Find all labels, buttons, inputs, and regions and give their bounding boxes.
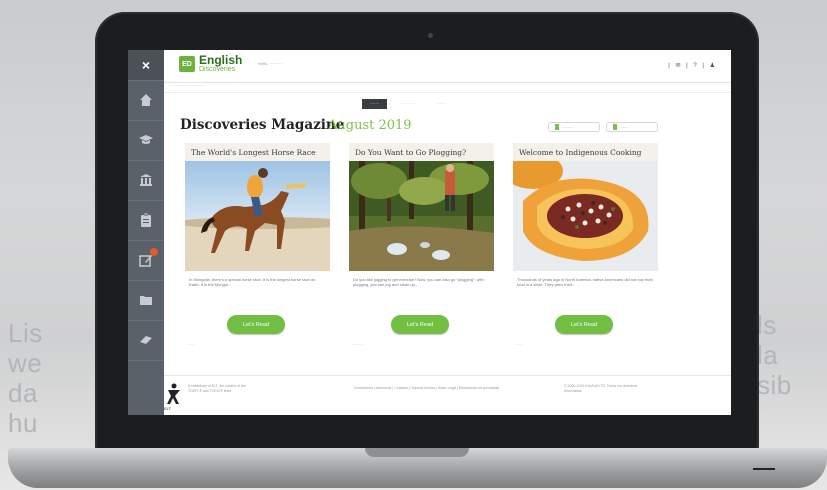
sidebar-item-book[interactable] <box>128 320 164 361</box>
article-excerpt: Do you like jogging to get exercise? Now… <box>353 277 484 287</box>
sidebar: × <box>128 50 164 415</box>
app-logo[interactable]: ED <box>179 56 195 72</box>
article-image-horse-race[interactable] <box>185 161 330 271</box>
user-greeting: Hello, ·········· <box>258 61 283 66</box>
header-icons[interactable]: | ✉ | ? | ♟ <box>668 62 717 69</box>
graduation-cap-icon <box>139 135 153 144</box>
library-icon <box>140 174 152 186</box>
article-title[interactable]: The World's Longest Horse Race <box>185 143 330 161</box>
article-tag: ······ <box>187 343 194 347</box>
archive-button[interactable]: ········ <box>548 122 600 132</box>
tab-3[interactable]: ······· <box>429 99 454 109</box>
lets-read-button[interactable]: Let's Read <box>227 315 285 334</box>
sidebar-item-courses[interactable] <box>128 120 164 161</box>
laptop-base <box>8 448 827 488</box>
sidebar-item-tasks[interactable] <box>128 200 164 241</box>
sidebar-item-home[interactable] <box>128 80 164 121</box>
sidebar-item-library[interactable] <box>128 160 164 201</box>
article-image-plogging[interactable] <box>349 161 494 271</box>
elt-logo-icon <box>167 383 180 404</box>
clipboard-icon <box>141 213 151 227</box>
article-tag: ··········· <box>351 343 364 347</box>
archive-icon <box>555 124 559 130</box>
app-title: English <box>199 53 243 67</box>
lid-notch <box>365 448 469 457</box>
close-menu-button[interactable]: × <box>128 50 164 81</box>
article-tag: ······ <box>515 343 522 347</box>
tab-1[interactable]: ······· <box>362 99 388 109</box>
footer-left-text: A subsidiary of ELT, the creator of the … <box>188 384 246 393</box>
webcam <box>428 33 433 38</box>
app-subtitle: Discoveries <box>199 66 236 73</box>
breadcrumb-bar: ·········· ········ ·········· <box>164 82 731 93</box>
tab-2[interactable]: ·········· <box>393 99 422 109</box>
lets-read-button[interactable]: Let's Read <box>555 315 613 334</box>
close-icon: × <box>141 57 151 73</box>
footer-copyright: © 2000-2019 EduSoft LTD. Todos los derec… <box>564 384 638 393</box>
topics-icon <box>613 124 617 130</box>
article-title[interactable]: Do You Want to Go Plogging? <box>349 143 494 161</box>
tab-bar: ······· ·········· ······· <box>362 99 454 109</box>
notification-badge <box>150 248 158 256</box>
home-icon <box>140 94 152 106</box>
sidebar-item-notifications[interactable] <box>128 240 164 281</box>
page-title: Discoveries Magazine <box>180 117 345 133</box>
article-card[interactable]: Do You Want to Go Plogging? Do you like … <box>349 143 494 358</box>
app-header: ED English Discoveries Hello, ··········… <box>164 50 731 83</box>
background-text-right: ls la sib <box>757 310 792 400</box>
article-card[interactable]: Welcome to Indigenous Cooking Thousands … <box>513 143 658 358</box>
laptop-screen: × ED English Discoveries Hello, ········… <box>128 50 731 415</box>
topics-button[interactable]: ······ <box>606 122 658 132</box>
status-light <box>753 468 775 470</box>
article-image-cooking[interactable] <box>513 161 658 271</box>
footer-logo-label: ELT <box>164 406 172 411</box>
breadcrumb[interactable]: ·········· ········ ·········· <box>170 84 205 88</box>
article-title[interactable]: Welcome to Indigenous Cooking <box>513 143 658 161</box>
article-card[interactable]: The World's Longest Horse Race In Mongol… <box>185 143 330 358</box>
lets-read-button[interactable]: Let's Read <box>391 315 449 334</box>
footer-links[interactable]: Condiciones | Acerca de | Contacto | Sop… <box>309 386 544 391</box>
folder-icon <box>140 296 152 305</box>
book-icon <box>140 336 152 344</box>
background-text-left: Lis we da hu <box>8 318 43 438</box>
page-footer: ELT A subsidiary of ELT, the creator of … <box>164 375 731 415</box>
issue-month: August 2019 <box>328 118 412 133</box>
article-excerpt: In Mongolia, there's a special horse rac… <box>189 277 316 287</box>
sidebar-item-folder[interactable] <box>128 280 164 321</box>
article-excerpt: Thousands of years ago in North America,… <box>517 277 653 287</box>
